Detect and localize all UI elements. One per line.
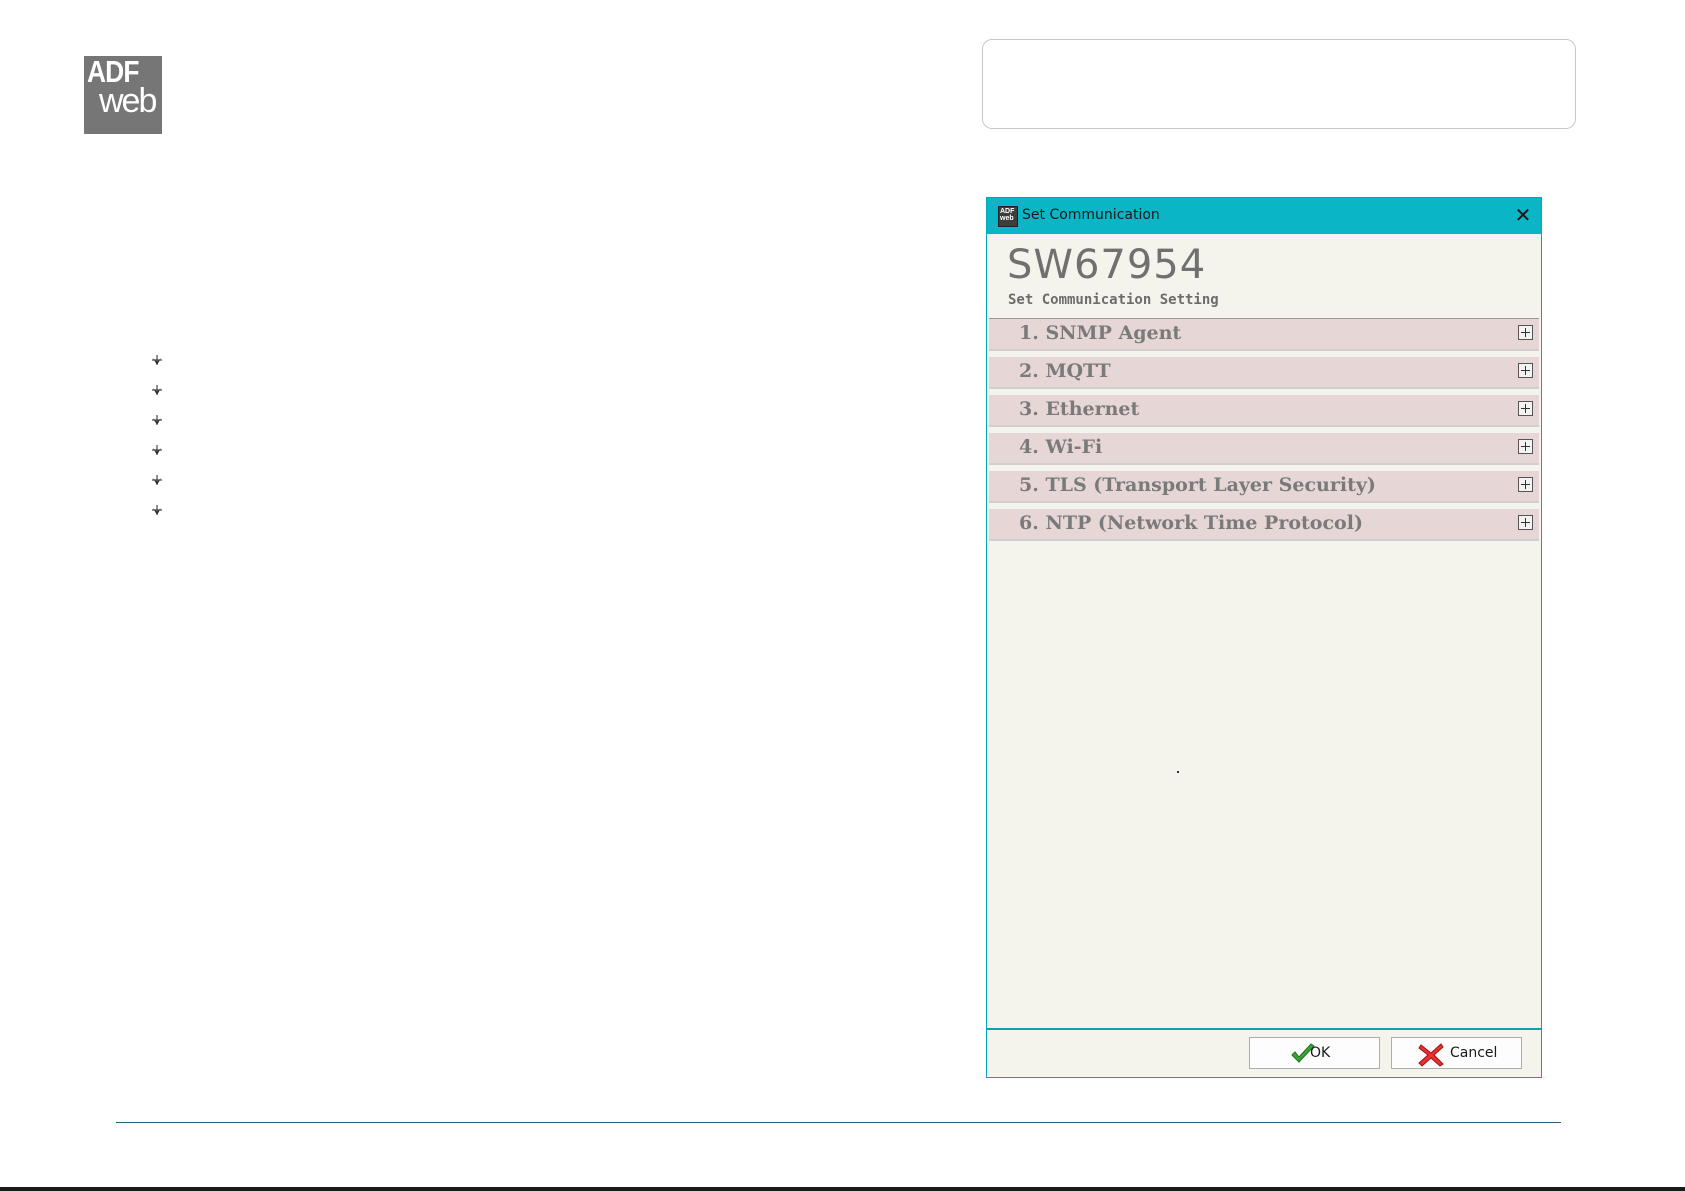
dialog-titlebar: ADF web Set Communication ✕ [987,198,1541,234]
section-label: 3. Ethernet [1019,398,1140,420]
ok-button[interactable]: OK [1249,1037,1380,1069]
section-label: 1. SNMP Agent [1019,322,1182,344]
close-icon[interactable]: ✕ [1512,204,1534,226]
set-communication-dialog: ADF web Set Communication ✕ SW67954 Set … [986,197,1542,1078]
cancel-button-label: Cancel [1450,1045,1498,1061]
section-ethernet[interactable]: 3. Ethernet [989,395,1539,427]
section-label: 6. NTP (Network Time Protocol) [1019,512,1363,534]
section-snmp-agent[interactable]: 1. SNMP Agent [989,319,1539,351]
adf-web-logo: ADF web [84,56,162,134]
section-tls[interactable]: 5. TLS (Transport Layer Security) [989,471,1539,503]
cancel-button[interactable]: Cancel [1391,1037,1522,1069]
document-header-box [982,39,1576,129]
settings-section-list: 1. SNMP Agent 2. MQTT 3. Ethernet 4. Wi-… [989,318,1539,547]
expand-plus-icon[interactable] [1518,439,1533,454]
bullet-icon [150,383,164,397]
dialog-subtitle: Set Communication Setting [1008,292,1219,308]
bullet-icon [150,473,164,487]
app-icon-text: ADF web [1000,208,1015,222]
dialog-header: SW67954 Set Communication Setting [987,234,1541,314]
section-label: 4. Wi-Fi [1019,436,1103,458]
footer-rule [116,1122,1561,1123]
section-label: 2. MQTT [1019,360,1111,382]
stray-dot [1177,771,1179,773]
section-label: 5. TLS (Transport Layer Security) [1019,474,1376,496]
red-x-icon [1418,1043,1444,1067]
product-code: SW67954 [1007,242,1207,288]
adf-app-icon: ADF web [998,206,1018,227]
expand-plus-icon[interactable] [1518,515,1533,530]
bullet-icon [150,503,164,517]
page-bottom-edge [0,1187,1685,1191]
dialog-footer-divider [987,1028,1541,1030]
logo-text-web: web [99,82,157,120]
bullet-icon [150,353,164,367]
expand-plus-icon[interactable] [1518,477,1533,492]
bullet-icon [150,443,164,457]
expand-plus-icon[interactable] [1518,401,1533,416]
expand-plus-icon[interactable] [1518,363,1533,378]
bullet-icon [150,413,164,427]
expand-plus-icon[interactable] [1518,325,1533,340]
dialog-title: Set Communication [1022,207,1160,223]
section-mqtt[interactable]: 2. MQTT [989,357,1539,389]
ok-button-label: OK [1310,1045,1331,1061]
section-wifi[interactable]: 4. Wi-Fi [989,433,1539,465]
section-ntp[interactable]: 6. NTP (Network Time Protocol) [989,509,1539,541]
